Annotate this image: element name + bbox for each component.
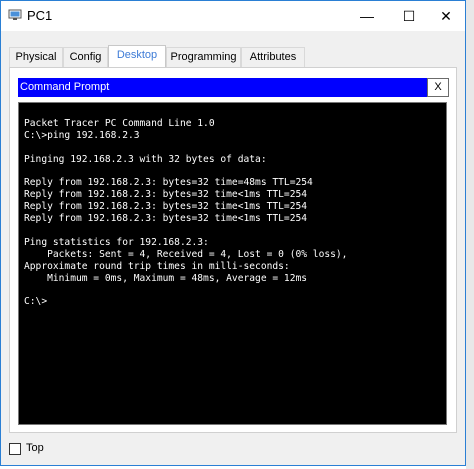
terminal-line: Ping statistics for 192.168.2.3: xyxy=(24,236,209,248)
command-prompt-titlebar: Command Prompt X xyxy=(18,78,449,97)
terminal-line: C:\> xyxy=(24,296,48,308)
tab-physical[interactable]: Physical xyxy=(9,47,63,67)
title-bar[interactable]: PC1 — ☐ ✕ xyxy=(1,1,465,31)
app-icon xyxy=(8,9,22,20)
terminal-line: C:\>ping 192.168.2.3 xyxy=(24,129,140,141)
window-title: PC1 xyxy=(27,8,53,23)
terminal-text: Packet Tracer PC Command Line 1.0 C:\>pin… xyxy=(24,118,347,308)
terminal-line: Reply from 192.168.2.3: bytes=32 time<1m… xyxy=(24,213,308,225)
background-strip xyxy=(466,0,474,469)
pc1-window: PC1 — ☐ ✕ Physical Config Desktop Progra… xyxy=(0,0,466,466)
top-checkbox[interactable] xyxy=(9,443,21,455)
command-prompt-close-button[interactable]: X xyxy=(427,78,449,97)
terminal-line: Reply from 192.168.2.3: bytes=32 time<1m… xyxy=(24,189,308,201)
top-label: Top xyxy=(26,442,44,454)
minimize-button[interactable]: — xyxy=(347,1,387,31)
terminal-output[interactable]: Packet Tracer PC Command Line 1.0 C:\>pin… xyxy=(18,102,447,425)
maximize-button[interactable]: ☐ xyxy=(389,1,429,31)
terminal-line: Minimum = 0ms, Maximum = 48ms, Average =… xyxy=(24,272,308,284)
terminal-line: Reply from 192.168.2.3: bytes=32 time<1m… xyxy=(24,201,308,213)
close-button[interactable]: ✕ xyxy=(426,1,466,31)
command-prompt-title: Command Prompt xyxy=(20,81,110,93)
tab-attributes[interactable]: Attributes xyxy=(241,47,305,67)
terminal-line: Packets: Sent = 4, Received = 4, Lost = … xyxy=(24,248,348,260)
close-icon: ✕ xyxy=(440,7,452,24)
terminal-line: Approximate round trip times in milli-se… xyxy=(24,260,290,272)
terminal-line: Pinging 192.168.2.3 with 32 bytes of dat… xyxy=(24,153,267,165)
maximize-icon: ☐ xyxy=(402,7,416,24)
tab-config[interactable]: Config xyxy=(63,47,108,67)
terminal-line: Packet Tracer PC Command Line 1.0 xyxy=(24,118,215,129)
tab-programming[interactable]: Programming xyxy=(166,47,241,67)
minimize-icon: — xyxy=(360,8,374,24)
terminal-line: Reply from 192.168.2.3: bytes=32 time=48… xyxy=(24,177,313,189)
tab-desktop[interactable]: Desktop xyxy=(108,45,166,67)
